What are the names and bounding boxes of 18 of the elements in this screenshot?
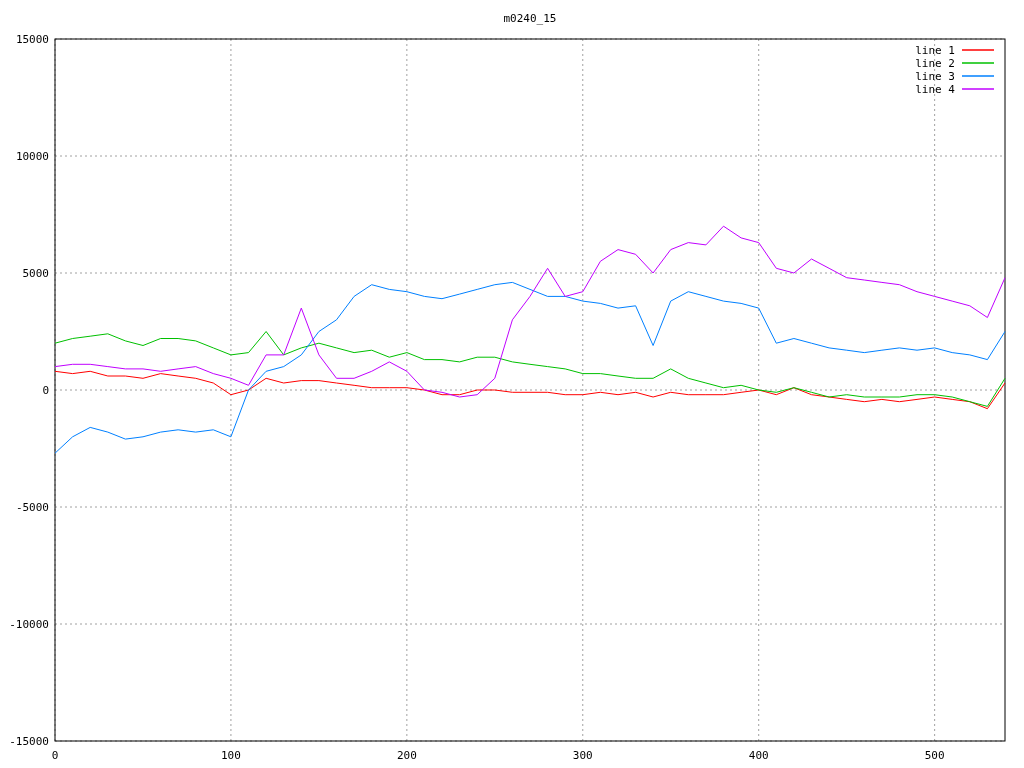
x-tick-label: 0: [51, 749, 59, 762]
legend-label: line 4: [915, 83, 955, 96]
x-tick-label: 300: [572, 749, 593, 762]
x-tick-label: 500: [924, 749, 945, 762]
chart-title: m0240_15: [503, 12, 557, 25]
y-tick-label: 0: [42, 384, 49, 397]
y-tick-label: 15000: [15, 33, 49, 46]
x-tick-label: 400: [748, 749, 769, 762]
y-tick-label: -10000: [9, 618, 49, 631]
y-tick-label: 5000: [22, 267, 49, 280]
y-tick-label: -15000: [9, 735, 49, 748]
legend-label: line 3: [915, 70, 955, 83]
y-tick-label: -5000: [15, 501, 49, 514]
x-tick-label: 100: [221, 749, 241, 762]
y-tick-label: 10000: [15, 150, 49, 163]
legend-label: line 2: [915, 57, 955, 70]
x-tick-label: 200: [396, 749, 417, 762]
legend-label: line 1: [915, 44, 955, 57]
